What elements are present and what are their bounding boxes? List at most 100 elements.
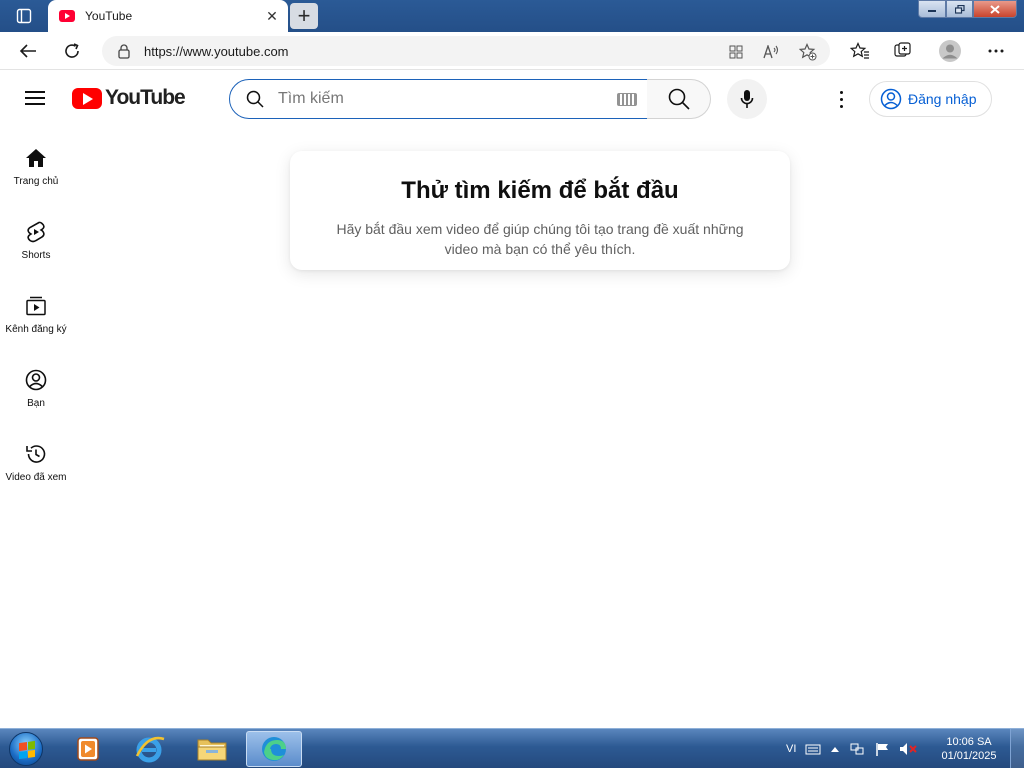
keyboard-tray-icon[interactable] bbox=[805, 743, 821, 755]
guide-item-you[interactable]: Bạn bbox=[0, 350, 72, 420]
profile-avatar-icon bbox=[939, 40, 961, 62]
youtube-logo[interactable]: YouTube bbox=[72, 86, 186, 110]
address-url[interactable]: https://www.youtube.com bbox=[144, 44, 289, 59]
settings-button[interactable] bbox=[830, 84, 852, 114]
tab-title: YouTube bbox=[85, 9, 133, 23]
flag-blue bbox=[19, 750, 27, 760]
windows-orb-icon bbox=[9, 732, 43, 766]
refresh-button[interactable] bbox=[58, 38, 86, 64]
lock-icon bbox=[118, 43, 130, 59]
keyboard-icon[interactable] bbox=[617, 93, 637, 106]
windows-taskbar: VI 10:06 SA 01/01/2025 bbox=[0, 728, 1024, 768]
search-icon bbox=[668, 88, 690, 110]
add-favorite-icon[interactable] bbox=[798, 42, 818, 62]
language-indicator[interactable]: VI bbox=[786, 743, 796, 755]
back-button[interactable] bbox=[14, 38, 42, 64]
tab-actions-button[interactable] bbox=[8, 4, 40, 28]
internet-explorer-icon bbox=[135, 736, 165, 763]
youtube-wordmark: YouTube bbox=[105, 86, 186, 109]
favorites-star-icon bbox=[850, 42, 869, 59]
back-arrow-icon bbox=[19, 44, 36, 58]
collections-icon bbox=[894, 42, 911, 57]
profile-button[interactable] bbox=[936, 38, 964, 64]
voice-search-button[interactable] bbox=[727, 79, 767, 119]
browser-tab-youtube[interactable]: YouTube ✕ bbox=[48, 0, 288, 32]
youtube-masthead: YouTube Đăng nhập bbox=[0, 70, 1024, 128]
guide-item-home[interactable]: Trang chủ bbox=[0, 128, 72, 198]
guide-menu-button[interactable] bbox=[24, 88, 46, 108]
sign-in-label: Đăng nhập bbox=[908, 91, 977, 107]
shorts-icon bbox=[24, 220, 48, 244]
flag-red bbox=[19, 742, 27, 751]
windows-flag-icon bbox=[19, 740, 35, 760]
taskbar-file-explorer[interactable] bbox=[184, 731, 240, 767]
dot bbox=[839, 97, 843, 101]
folder-icon bbox=[197, 739, 227, 761]
close-icon bbox=[990, 4, 1000, 14]
youtube-play-icon bbox=[72, 87, 102, 109]
account-circle-icon bbox=[880, 88, 902, 110]
empty-feed-description: Hãy bắt đầu xem video để giúp chúng tôi … bbox=[336, 221, 744, 257]
search-icon bbox=[246, 90, 264, 108]
show-hidden-icons-icon[interactable] bbox=[830, 745, 840, 753]
dot bbox=[839, 104, 843, 108]
tab-close-icon[interactable]: ✕ bbox=[264, 8, 280, 25]
youtube-favicon-icon bbox=[59, 10, 75, 22]
minimize-icon bbox=[928, 10, 936, 12]
taskbar-clock[interactable]: 10:06 SA 01/01/2025 bbox=[934, 735, 1004, 763]
ellipsis-icon bbox=[988, 49, 1004, 53]
flag-green bbox=[27, 740, 35, 750]
start-button[interactable] bbox=[4, 730, 48, 768]
empty-feed-card: Thử tìm kiếm để bắt đầu Hãy bắt đầu xem … bbox=[290, 151, 790, 270]
address-bar[interactable]: https://www.youtube.com bbox=[102, 36, 830, 66]
sign-in-button[interactable]: Đăng nhập bbox=[869, 81, 992, 117]
show-desktop-button[interactable] bbox=[1010, 729, 1024, 768]
subscriptions-icon bbox=[24, 294, 48, 318]
taskbar-edge[interactable] bbox=[246, 731, 302, 767]
search-input[interactable] bbox=[278, 90, 598, 108]
settings-menu-button[interactable] bbox=[982, 38, 1010, 64]
network-icon[interactable] bbox=[849, 742, 865, 756]
read-aloud-glyph-icon bbox=[763, 45, 779, 59]
search-button[interactable] bbox=[647, 79, 711, 119]
volume-muted-icon[interactable] bbox=[899, 742, 918, 756]
action-center-flag-icon[interactable] bbox=[874, 742, 890, 756]
favorites-button[interactable] bbox=[846, 38, 874, 64]
window-minimize-button[interactable] bbox=[918, 0, 946, 18]
tab-actions-icon bbox=[16, 8, 32, 24]
media-player-icon bbox=[77, 737, 99, 761]
guide-item-shorts[interactable]: Shorts bbox=[0, 202, 72, 272]
taskbar-internet-explorer[interactable] bbox=[122, 731, 178, 767]
restore-icon bbox=[954, 4, 965, 14]
hamburger-line bbox=[25, 97, 45, 99]
system-tray: VI bbox=[786, 729, 926, 768]
app-available-icon[interactable] bbox=[726, 42, 746, 62]
window-close-button[interactable] bbox=[973, 0, 1017, 18]
new-tab-button[interactable]: + bbox=[290, 3, 318, 29]
guide-item-label: Trang chủ bbox=[13, 176, 59, 187]
you-icon bbox=[24, 368, 48, 392]
hamburger-line bbox=[25, 103, 45, 105]
dot bbox=[839, 90, 843, 94]
home-icon bbox=[24, 146, 48, 170]
browser-title-bar: YouTube ✕ + bbox=[0, 0, 1024, 32]
app-grid-icon bbox=[729, 45, 743, 59]
clock-date: 01/01/2025 bbox=[941, 750, 997, 762]
guide-item-subscriptions[interactable]: Kênh đăng ký bbox=[0, 276, 72, 346]
search-box[interactable] bbox=[229, 79, 648, 119]
history-icon bbox=[24, 442, 48, 466]
hamburger-line bbox=[25, 91, 45, 93]
guide-item-label: Bạn bbox=[27, 398, 45, 409]
empty-feed-title: Thử tìm kiếm để bắt đầu bbox=[401, 177, 679, 204]
collections-button[interactable] bbox=[890, 38, 918, 64]
window-restore-button[interactable] bbox=[946, 0, 973, 18]
microphone-icon bbox=[740, 90, 754, 108]
guide-item-history[interactable]: Video đã xem bbox=[0, 424, 72, 494]
guide-item-label: Shorts bbox=[21, 250, 51, 261]
read-aloud-icon[interactable] bbox=[762, 42, 782, 62]
star-plus-icon bbox=[799, 43, 817, 61]
taskbar-media-player[interactable] bbox=[60, 731, 116, 767]
flag-yellow bbox=[27, 749, 35, 758]
refresh-icon bbox=[65, 43, 79, 58]
clock-time: 10:06 SA bbox=[946, 736, 992, 748]
